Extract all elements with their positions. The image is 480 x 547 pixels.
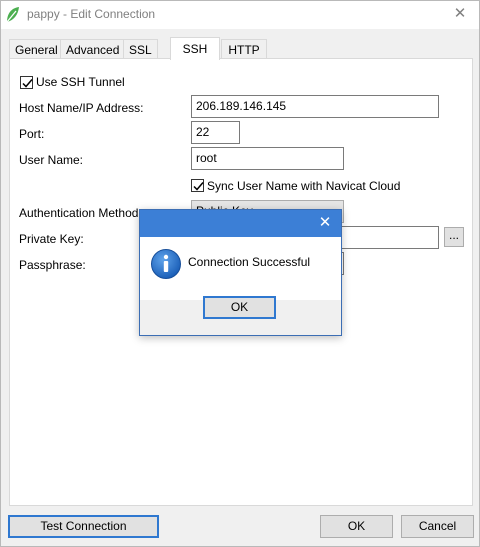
title-bar: pappy - Edit Connection ✕ xyxy=(1,1,479,29)
sync-navicat-cloud-label: Sync User Name with Navicat Cloud xyxy=(207,179,401,193)
port-input[interactable]: 22 xyxy=(191,121,240,144)
use-ssh-tunnel-checkbox[interactable] xyxy=(20,76,33,89)
tab-general[interactable]: General xyxy=(9,39,64,59)
passphrase-label: Passphrase: xyxy=(19,258,86,272)
tab-http[interactable]: HTTP xyxy=(221,39,267,59)
user-name-input[interactable]: root xyxy=(191,147,344,170)
host-label: Host Name/IP Address: xyxy=(19,101,144,115)
browse-private-key-button[interactable]: ... xyxy=(444,227,464,247)
dialog-body: Connection Successful xyxy=(140,237,341,300)
ok-button[interactable]: OK xyxy=(320,515,393,538)
checkmark-icon xyxy=(22,79,33,88)
dialog-close-icon[interactable]: ✕ xyxy=(317,214,333,232)
sync-navicat-cloud-checkbox[interactable] xyxy=(191,179,204,192)
host-input[interactable]: 206.189.146.145 xyxy=(191,95,439,118)
tab-advanced[interactable]: Advanced xyxy=(60,39,126,59)
private-key-label: Private Key: xyxy=(19,232,84,246)
user-name-label: User Name: xyxy=(19,153,84,167)
tab-ssh[interactable]: SSH xyxy=(170,37,220,60)
navicat-leaf-icon xyxy=(5,6,21,24)
auth-method-label: Authentication Method: xyxy=(19,206,142,220)
cancel-button[interactable]: Cancel xyxy=(401,515,474,538)
use-ssh-tunnel-label: Use SSH Tunnel xyxy=(36,75,125,89)
dialog-message: Connection Successful xyxy=(188,255,311,269)
window-close-icon[interactable]: ✕ xyxy=(451,5,469,23)
dialog-ok-button[interactable]: OK xyxy=(203,296,276,319)
connection-result-dialog: ✕ Connection Successful OK xyxy=(139,209,342,336)
window-title: pappy - Edit Connection xyxy=(27,7,156,21)
dialog-title-bar: ✕ xyxy=(140,210,341,237)
test-connection-button[interactable]: Test Connection xyxy=(8,515,159,538)
port-label: Port: xyxy=(19,127,45,141)
info-icon xyxy=(150,248,182,280)
checkmark-icon xyxy=(193,182,204,191)
tab-ssl[interactable]: SSL xyxy=(123,39,158,59)
